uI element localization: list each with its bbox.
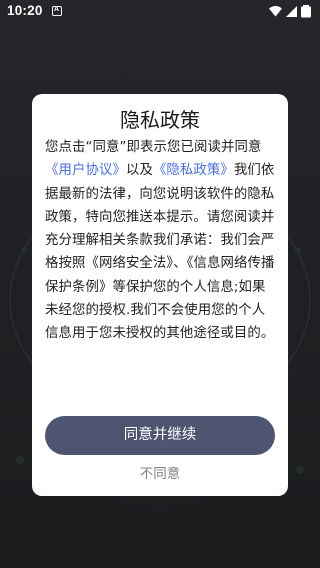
and-text: 以及	[125, 163, 153, 179]
privacy-policy-link[interactable]: 《隐私政策》	[153, 163, 234, 178]
status-bar: 10:20 A	[0, 0, 320, 24]
dialog-title: 隐私政策	[120, 108, 200, 132]
privacy-policy-dialog: 隐私政策 您点击“同意”即表示您已阅读并同意《用户协议》以及《隐私政策》我们依据…	[32, 94, 288, 496]
commitment-heading: 我们承诺：	[152, 233, 221, 249]
status-icons	[268, 4, 314, 20]
notification-icon-letter: A	[54, 6, 60, 13]
notification-a-icon: A	[52, 6, 62, 16]
agree-and-continue-button[interactable]: 同意并继续	[45, 416, 275, 455]
disagree-button[interactable]: 不同意	[32, 462, 288, 486]
cellular-signal-icon	[286, 6, 297, 17]
dialog-body: 您点击“同意”即表示您已阅读并同意《用户协议》以及《隐私政策》我们依据最新的法律…	[45, 136, 277, 346]
user-agreement-link[interactable]: 《用户协议》	[45, 163, 126, 178]
status-time: 10:20	[7, 3, 43, 18]
battery-icon	[301, 5, 311, 18]
wifi-icon	[269, 6, 282, 17]
intro-prefix-text: 您点击“同意”即表示您已阅读并同意	[45, 140, 262, 155]
